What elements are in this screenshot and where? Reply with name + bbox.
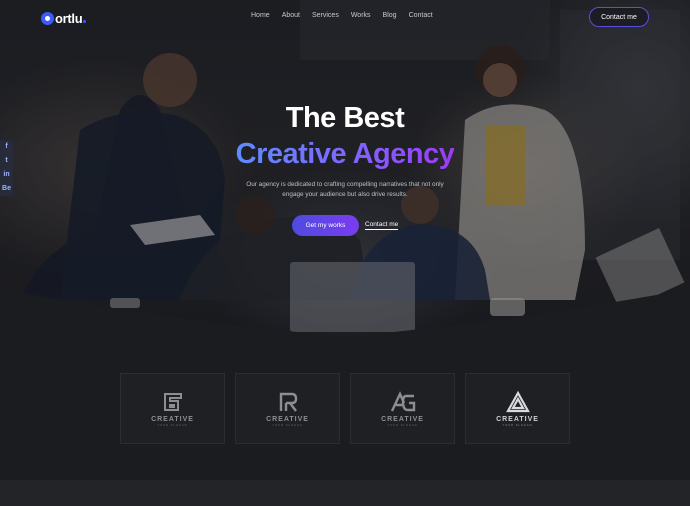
site-logo[interactable]: ortlu (41, 8, 87, 28)
brand-name: CREATIVE (381, 415, 424, 423)
brand-card: CREATIVE YOUR SLOGAN (350, 373, 455, 444)
brand-name: CREATIVE (266, 415, 309, 423)
nav-blog[interactable]: Blog (377, 12, 403, 19)
r-monogram-icon (279, 392, 297, 412)
hero-contact-link[interactable]: Contact me (365, 221, 399, 230)
brand-card: CREATIVE YOUR SLOGAN (120, 373, 225, 444)
brand-tag: YOUR SLOGAN (272, 423, 303, 427)
hero-title-line2: Creative Agency (0, 138, 690, 171)
gs-monogram-icon (163, 392, 182, 411)
logo-dot (83, 20, 87, 23)
behance-icon[interactable]: Be (0, 182, 13, 196)
ag-monogram-icon (390, 390, 415, 412)
brand-name: CREATIVE (151, 415, 194, 423)
brand-tag: YOUR SLOGAN (387, 423, 418, 427)
brand-logos: CREATIVE YOUR SLOGAN CREATIVE YOUR SLOGA… (120, 373, 570, 444)
nav-about[interactable]: About (276, 12, 306, 19)
brand-card: CREATIVE YOUR SLOGAN (235, 373, 340, 444)
hero-wave-divider (0, 289, 690, 345)
brand-name: CREATIVE (496, 415, 539, 423)
brand-tag: YOUR SLOGAN (502, 423, 533, 427)
logo-text: ortlu (55, 10, 83, 26)
logo-mark-icon (41, 11, 54, 25)
hero-description: Our agency is dedicated to crafting comp… (246, 181, 444, 198)
triangle-knot-icon (505, 390, 530, 412)
nav-works[interactable]: Works (345, 12, 377, 19)
main-nav: Home About Services Works Blog Contact (251, 12, 439, 19)
get-my-works-button[interactable]: Get my works (292, 215, 359, 236)
nav-services[interactable]: Services (306, 12, 345, 19)
brand-card: CREATIVE YOUR SLOGAN (465, 373, 570, 444)
next-section-strip (0, 480, 690, 506)
header-contact-button[interactable]: Contact me (589, 7, 649, 27)
nav-home[interactable]: Home (251, 12, 276, 19)
nav-contact[interactable]: Contact (403, 12, 439, 19)
hero-title-line1: The Best (285, 102, 405, 134)
brand-tag: YOUR SLOGAN (157, 423, 188, 427)
hero-title-gradient-text: Creative Agency (235, 138, 455, 170)
